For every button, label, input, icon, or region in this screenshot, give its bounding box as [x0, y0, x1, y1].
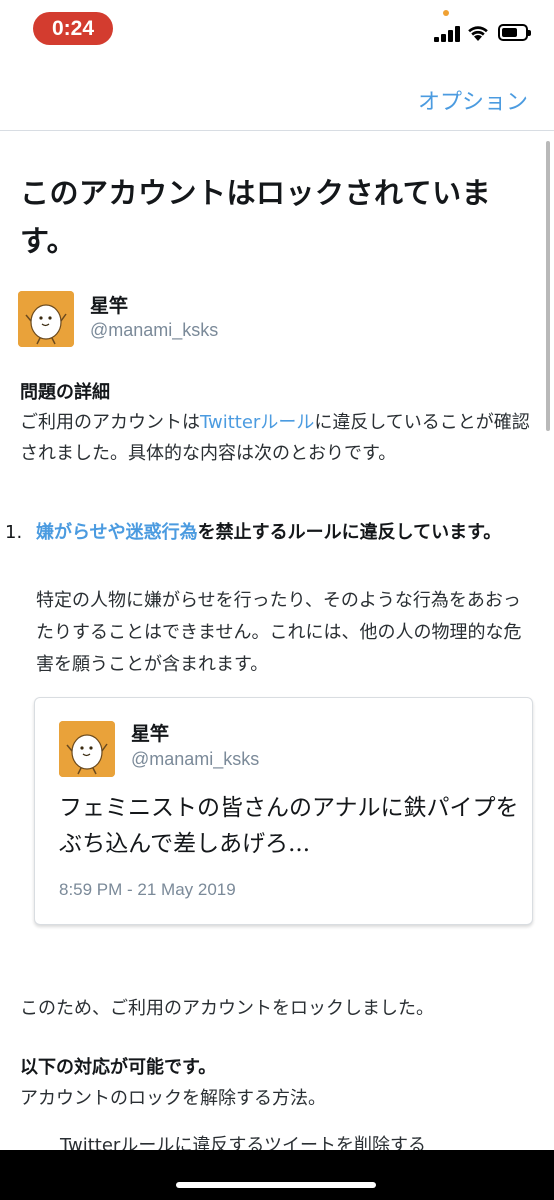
content-scroll-area[interactable]: このアカウントはロックされています。 星竿 @manami_ksks 問題の詳細… — [0, 131, 554, 1150]
tweet-author-name: 星竿 — [131, 723, 170, 745]
details-text: ご利用のアカウントはTwitterルールに違反していることが確認されました。具体… — [20, 407, 535, 469]
home-indicator[interactable] — [176, 1182, 376, 1188]
options-link[interactable]: オプション — [418, 84, 528, 116]
wifi-icon — [468, 26, 488, 41]
lock-statement: このため、ご利用のアカウントをロックしました。 — [20, 998, 434, 1019]
reported-tweet-card: 星竿 @manami_ksks フェミニストの皆さんのアナルに鉄パイプをぶち込ん… — [34, 697, 533, 925]
navigation-bar: オプション — [0, 60, 554, 131]
account-handle: @manami_ksks — [90, 320, 219, 340]
avatar[interactable] — [18, 291, 74, 347]
page-title: このアカウントはロックされています。 — [20, 176, 492, 258]
tweet-timestamp: 8:59 PM - 21 May 2019 — [59, 880, 236, 899]
bottom-safe-area — [0, 1150, 554, 1200]
avatar-illustration — [18, 291, 74, 347]
tweet-avatar — [59, 721, 115, 777]
battery-icon — [498, 24, 531, 41]
tweet-author-handle: @manami_ksks — [131, 749, 260, 769]
avatar-illustration — [59, 721, 115, 777]
status-bar: 0:24 — [0, 0, 554, 60]
options-heading: 以下の対応が可能です。 — [20, 1057, 217, 1078]
violation-title-rest: を禁止するルールに違反しています。 — [197, 522, 502, 543]
twitter-rules-link[interactable]: Twitterルール — [200, 412, 314, 433]
details-text-before: ご利用のアカウントは — [20, 412, 200, 433]
cellular-signal-icon — [434, 26, 462, 42]
violation-number: 1. — [5, 522, 23, 543]
tweet-text: フェミニストの皆さんのアナルに鉄パイプをぶち込んで差しあげろ... — [59, 795, 519, 857]
account-name: 星竿 — [90, 295, 129, 317]
privacy-indicator-dot — [443, 10, 449, 16]
harassment-policy-link[interactable]: 嫌がらせや迷惑行為 — [36, 522, 198, 543]
status-time: 0:24 — [33, 12, 113, 45]
cutoff-list-item: Twitterルールに違反するツイートを削除する — [60, 1135, 426, 1150]
scroll-indicator — [546, 141, 550, 431]
violation-title: 嫌がらせや迷惑行為を禁止するルールに違反しています。 — [36, 517, 536, 548]
details-heading: 問題の詳細 — [20, 382, 110, 403]
violation-description: 特定の人物に嫌がらせを行ったり、そのような行為をあおったりすることはできません。… — [36, 590, 522, 675]
options-text: アカウントのロックを解除する方法。 — [20, 1088, 326, 1109]
